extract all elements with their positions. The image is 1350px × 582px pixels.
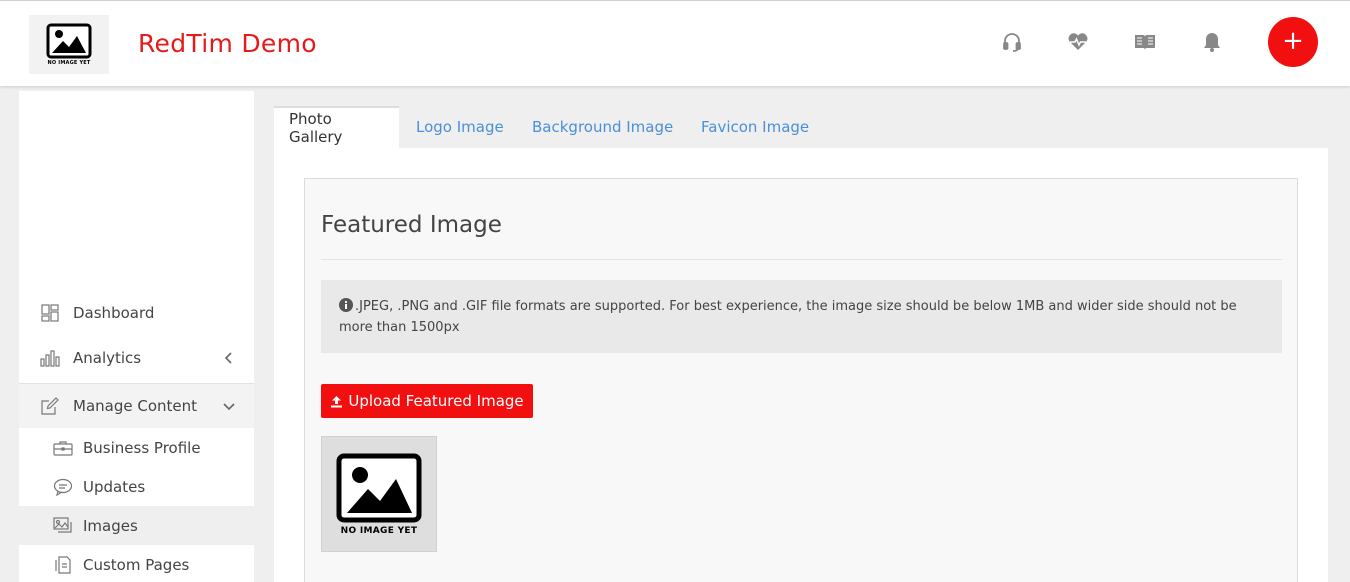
book-icon[interactable]: [1132, 29, 1158, 55]
upload-featured-image-button[interactable]: Upload Featured Image: [321, 384, 533, 418]
sidebar-subitem-custom-pages[interactable]: Custom Pages: [19, 545, 254, 582]
logo[interactable]: NO IMAGE YET: [29, 15, 109, 74]
briefcase-icon: [53, 438, 73, 458]
headset-icon[interactable]: [999, 29, 1025, 55]
featured-image-thumbnail[interactable]: NO IMAGE YET: [321, 436, 437, 552]
main-content: Photo Gallery Logo Image Background Imag…: [274, 106, 1328, 582]
upload-icon: [330, 395, 343, 408]
chevron-left-icon: [222, 351, 236, 365]
sidebar-subitem-business-profile[interactable]: Business Profile: [19, 428, 254, 467]
image-placeholder-icon: [336, 453, 422, 522]
bell-icon[interactable]: [1199, 29, 1225, 55]
info-icon: [339, 298, 353, 318]
sidebar-subitem-label: Updates: [83, 477, 146, 496]
speech-bubble-icon: [53, 477, 73, 497]
sidebar-subitem-label: Images: [83, 516, 138, 535]
tab-favicon-image[interactable]: Favicon Image: [686, 106, 824, 148]
sidebar-subitem-label: Business Profile: [83, 438, 201, 457]
images-icon: [53, 516, 73, 536]
info-text: .JPEG, .PNG and .GIF file formats are su…: [339, 299, 1237, 335]
tab-background-image[interactable]: Background Image: [517, 106, 688, 148]
image-placeholder-icon: [46, 23, 92, 59]
add-button[interactable]: +: [1268, 17, 1318, 67]
tab-panel: Featured Image .JPEG, .PNG and .GIF file…: [274, 148, 1328, 582]
sidebar-item-analytics[interactable]: Analytics: [19, 336, 254, 380]
bar-chart-icon: [40, 348, 60, 368]
sidebar: Dashboard Analytics Manage Content Busin…: [19, 91, 254, 582]
dashboard-icon: [40, 303, 60, 323]
sidebar-item-label: Dashboard: [73, 304, 155, 322]
heartbeat-icon[interactable]: [1065, 29, 1091, 55]
upload-button-label: Upload Featured Image: [348, 392, 524, 410]
top-header: NO IMAGE YET RedTim Demo +: [0, 0, 1350, 86]
sidebar-item-label: Analytics: [73, 349, 142, 367]
divider: [321, 259, 1282, 260]
sidebar-item-dashboard[interactable]: Dashboard: [19, 291, 254, 335]
document-icon: [53, 555, 73, 575]
sidebar-subitem-label: Custom Pages: [83, 555, 190, 574]
sidebar-group-manage-content[interactable]: Manage Content: [19, 383, 254, 428]
edit-icon: [40, 396, 60, 416]
card-title: Featured Image: [321, 212, 502, 238]
sidebar-item-label: Manage Content: [73, 397, 198, 415]
sidebar-subitem-updates[interactable]: Updates: [19, 467, 254, 506]
sidebar-subitem-images[interactable]: Images: [19, 506, 254, 545]
logo-caption: NO IMAGE YET: [47, 60, 91, 66]
tab-photo-gallery[interactable]: Photo Gallery: [274, 106, 399, 148]
thumbnail-caption: NO IMAGE YET: [340, 525, 418, 536]
featured-image-card: Featured Image .JPEG, .PNG and .GIF file…: [304, 178, 1298, 582]
brand-title[interactable]: RedTim Demo: [138, 29, 317, 58]
tab-bar: Photo Gallery Logo Image Background Imag…: [274, 106, 1328, 148]
sidebar-item-manage-content[interactable]: Manage Content: [19, 384, 254, 428]
chevron-down-icon: [222, 399, 236, 413]
info-note: .JPEG, .PNG and .GIF file formats are su…: [321, 280, 1282, 353]
tab-logo-image[interactable]: Logo Image: [401, 106, 519, 148]
